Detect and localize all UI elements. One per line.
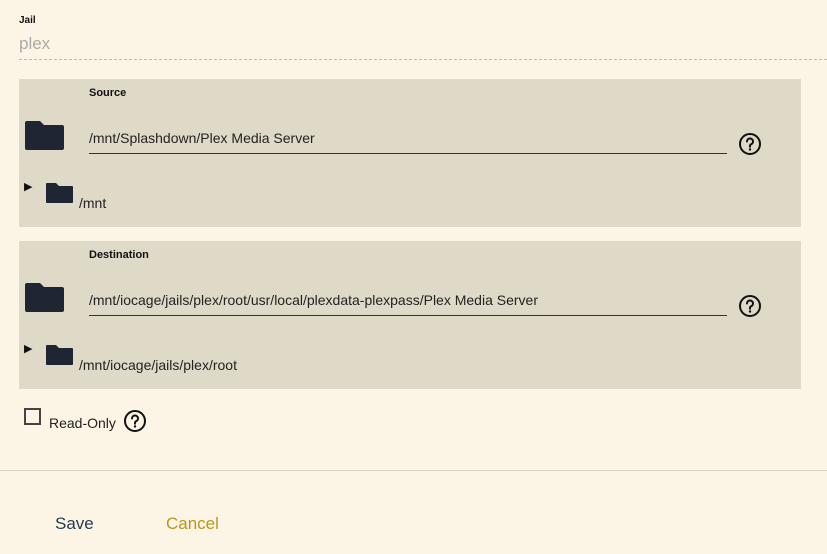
jail-label: Jail — [19, 15, 36, 26]
folder-icon[interactable] — [25, 281, 64, 312]
read-only-checkbox[interactable] — [24, 408, 41, 425]
footer-divider — [0, 470, 827, 471]
folder-icon[interactable] — [46, 344, 73, 365]
help-icon[interactable] — [123, 409, 147, 433]
destination-label: Destination — [89, 249, 149, 261]
source-tree-item[interactable]: /mnt — [79, 195, 106, 211]
jail-field[interactable]: plex — [19, 34, 50, 54]
folder-icon[interactable] — [25, 119, 64, 150]
help-icon[interactable] — [738, 294, 762, 318]
expand-arrow-icon[interactable]: ▶ — [24, 342, 32, 355]
source-panel: Source /mnt/Splashdown/Plex Media Server… — [19, 79, 801, 227]
destination-tree-item[interactable]: /mnt/iocage/jails/plex/root — [79, 357, 237, 373]
jail-underline — [19, 59, 827, 60]
folder-icon[interactable] — [46, 182, 73, 203]
save-button[interactable]: Save — [55, 514, 94, 534]
read-only-label: Read-Only — [49, 415, 116, 431]
destination-path-input[interactable]: /mnt/iocage/jails/plex/root/usr/local/pl… — [89, 293, 727, 316]
expand-arrow-icon[interactable]: ▶ — [24, 180, 32, 193]
source-path-input[interactable]: /mnt/Splashdown/Plex Media Server — [89, 131, 727, 154]
source-label: Source — [89, 87, 127, 99]
help-icon[interactable] — [738, 132, 762, 156]
cancel-button[interactable]: Cancel — [166, 514, 219, 534]
destination-panel: Destination /mnt/iocage/jails/plex/root/… — [19, 241, 801, 389]
